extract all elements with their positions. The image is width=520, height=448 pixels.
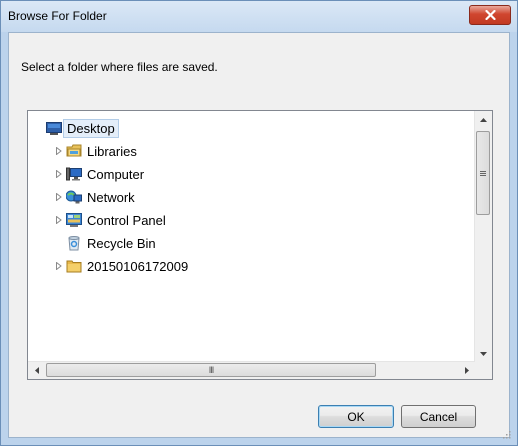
close-button[interactable] [469, 5, 511, 25]
desktop-icon [46, 122, 62, 135]
tree-item-label: Computer [87, 166, 145, 182]
tree-item-network[interactable]: Network [54, 186, 135, 208]
expand-arrow-icon[interactable] [54, 262, 63, 271]
tree-item-libraries[interactable]: Libraries [54, 140, 137, 162]
folder-icon [66, 260, 82, 273]
horizontal-scrollbar[interactable]: III [28, 361, 475, 379]
arrow-left-icon [34, 367, 39, 374]
tree-item-recycle-bin[interactable]: Recycle Bin [66, 232, 156, 254]
network-icon [66, 190, 82, 204]
expand-arrow-icon[interactable] [54, 216, 63, 225]
vertical-scroll-thumb[interactable] [476, 131, 490, 215]
libraries-icon [66, 144, 82, 157]
vertical-scrollbar[interactable] [474, 111, 492, 362]
scroll-up-button[interactable] [475, 111, 492, 128]
horizontal-scroll-thumb[interactable]: III [46, 363, 376, 377]
recycle-bin-icon [68, 236, 80, 251]
expand-arrow-icon[interactable] [54, 193, 63, 202]
tree-item-label: Recycle Bin [87, 235, 156, 251]
grip-icon [480, 170, 486, 176]
scroll-corner [475, 362, 492, 379]
tree-item-label: 20150106172009 [87, 258, 189, 274]
tree-item-control-panel[interactable]: Control Panel [54, 209, 166, 231]
scroll-left-button[interactable] [28, 362, 45, 379]
expand-arrow-icon[interactable] [54, 170, 63, 179]
tree-item-computer[interactable]: Computer [54, 163, 144, 185]
tree-item-label: Control Panel [87, 212, 166, 228]
tree-item-label: Desktop [63, 118, 119, 138]
scroll-right-button[interactable] [458, 362, 475, 379]
arrow-down-icon [480, 351, 487, 356]
ok-button[interactable]: OK [318, 405, 394, 428]
folder-tree[interactable]: Desktop Libraries Computer Network Contr… [27, 110, 493, 380]
resize-grip-icon[interactable] [501, 429, 511, 439]
tree-item-label: Libraries [87, 143, 137, 159]
cancel-button[interactable]: Cancel [401, 405, 476, 428]
tree-item-folder[interactable]: 20150106172009 [54, 255, 188, 277]
expand-arrow-icon[interactable] [54, 147, 63, 156]
control-panel-icon [66, 213, 82, 227]
instruction-text: Select a folder where files are saved. [21, 60, 218, 74]
title-bar[interactable]: Browse For Folder [1, 1, 517, 32]
arrow-right-icon [464, 367, 469, 374]
close-icon [484, 10, 496, 20]
scroll-down-button[interactable] [475, 345, 492, 362]
window-title: Browse For Folder [8, 9, 107, 23]
arrow-up-icon [480, 117, 487, 122]
tree-item-desktop[interactable]: Desktop [46, 117, 119, 139]
grip-icon: III [208, 365, 214, 375]
computer-icon [66, 167, 82, 181]
tree-item-label: Network [87, 189, 135, 205]
